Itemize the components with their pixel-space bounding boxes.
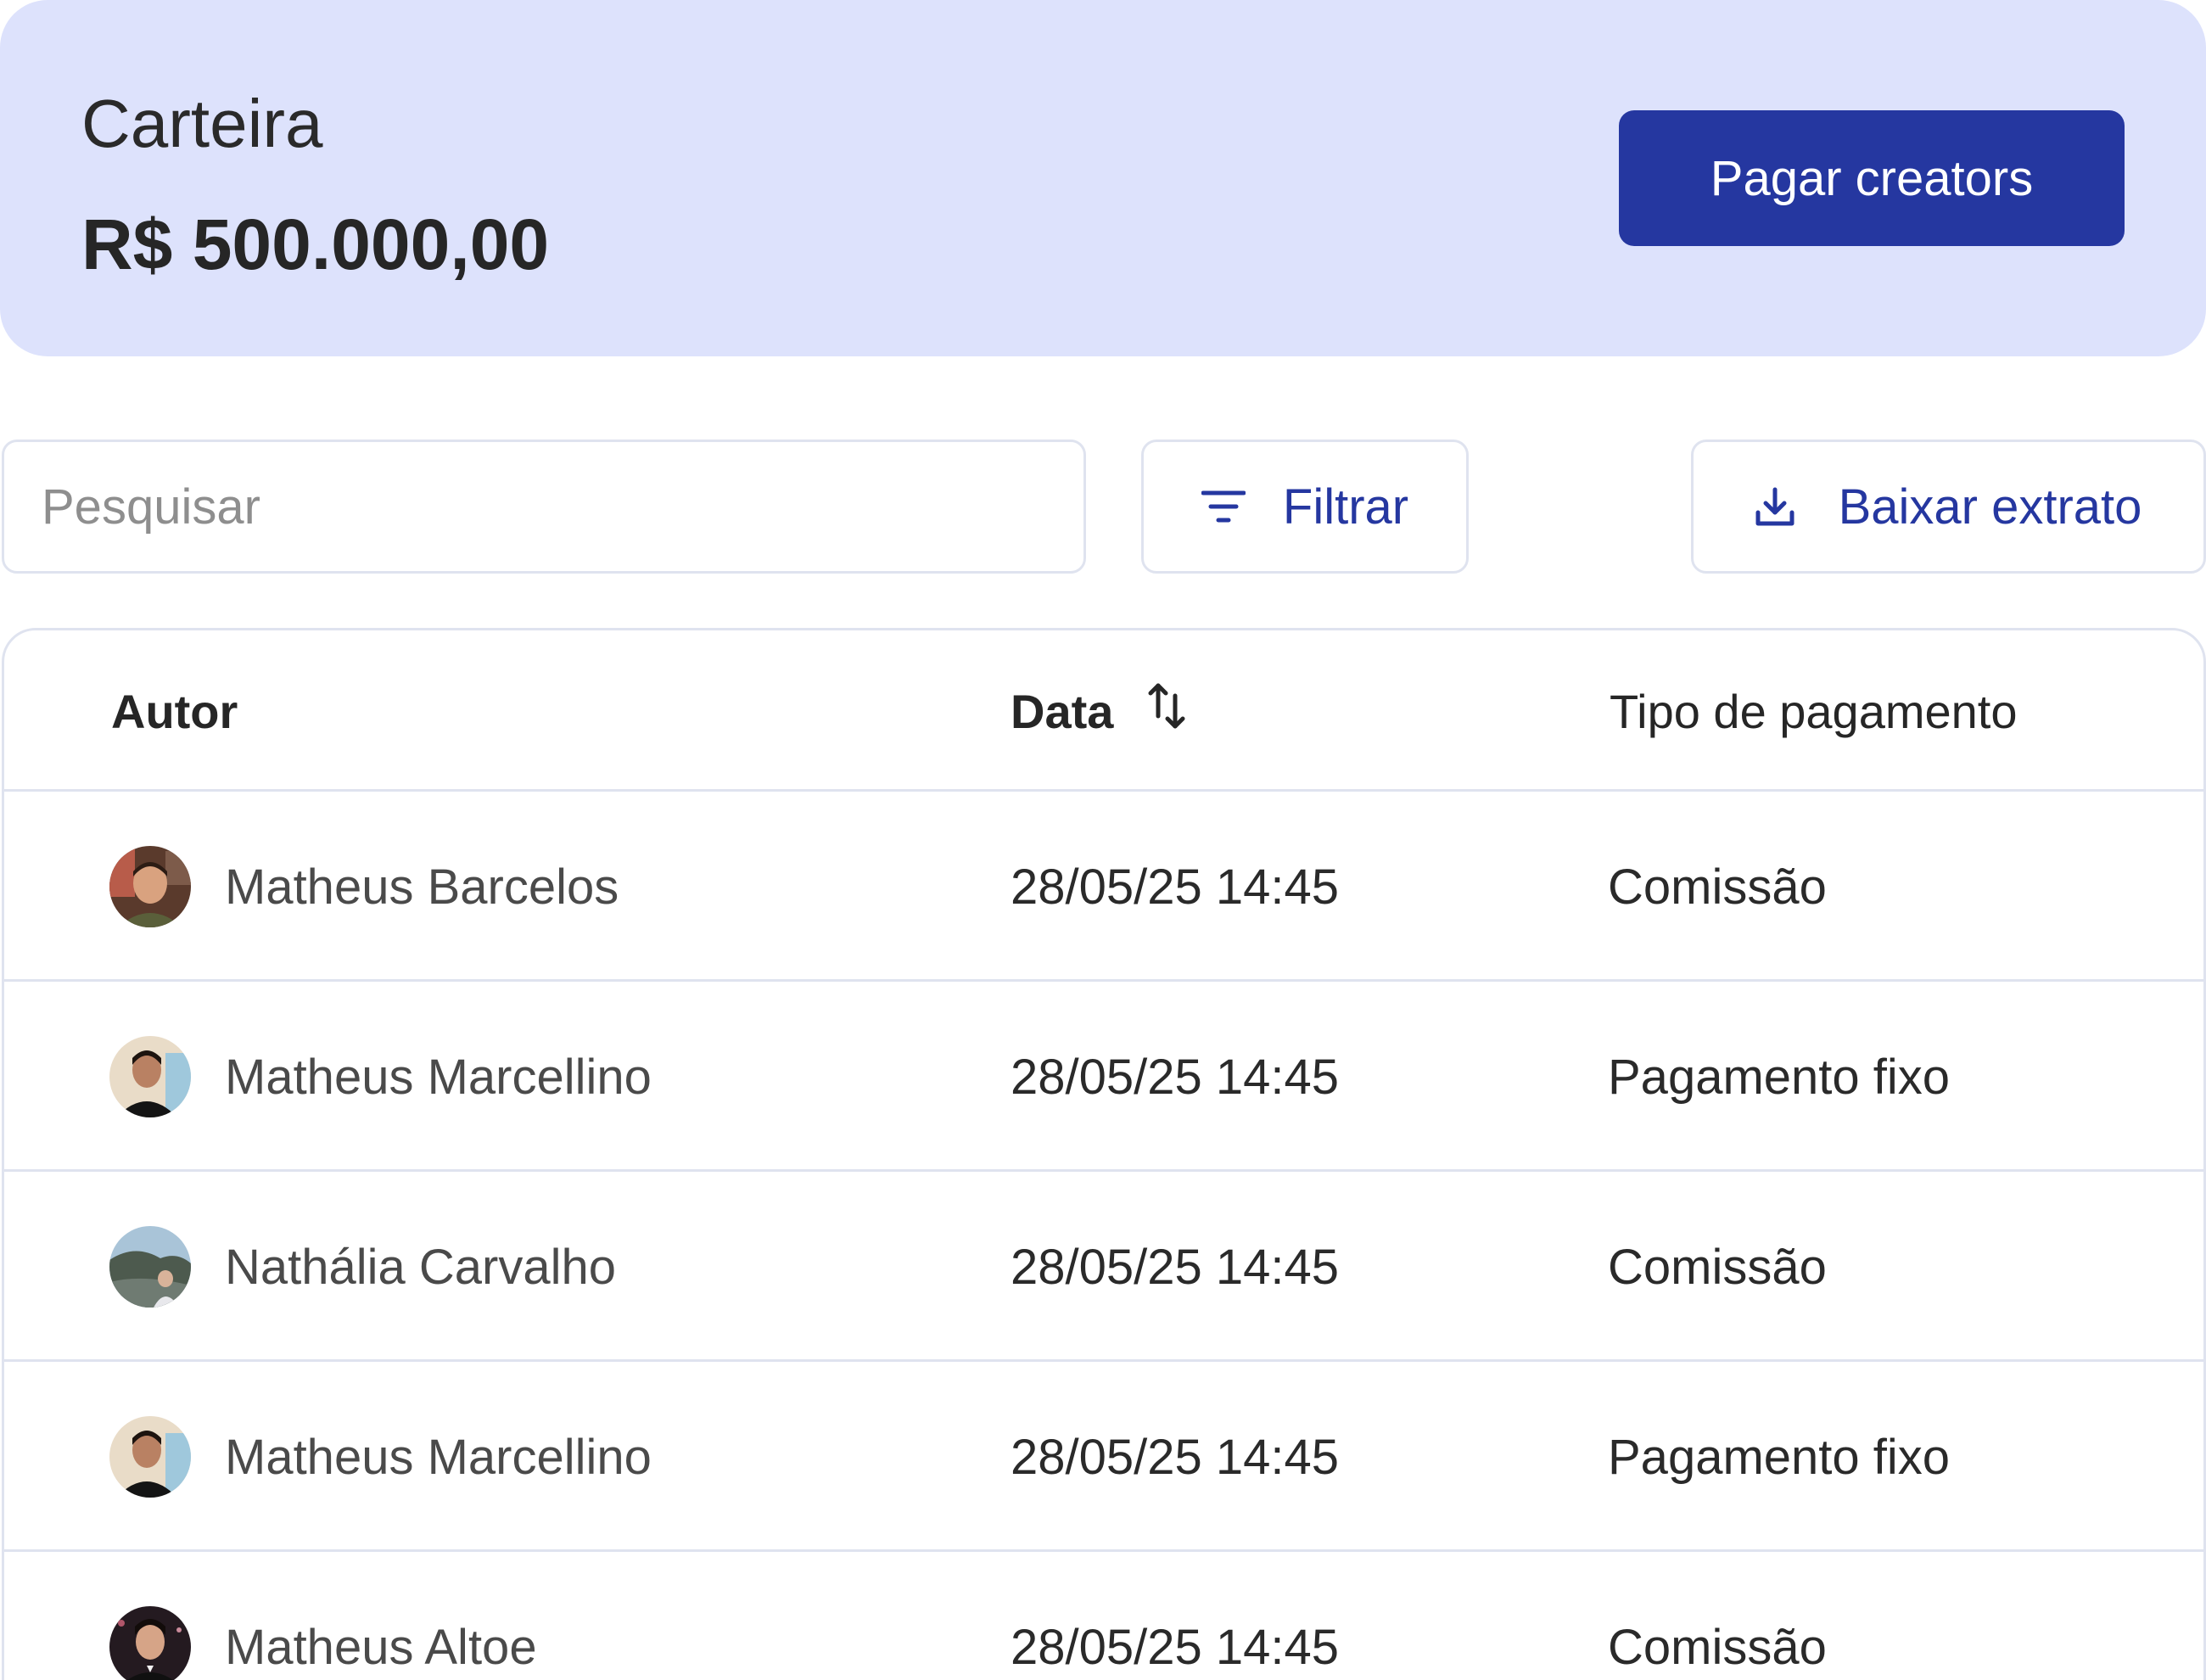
author-name: Matheus Marcellino <box>225 1049 652 1105</box>
download-icon <box>1755 487 1794 526</box>
avatar <box>109 1416 191 1498</box>
payment-type-cell: Comissão <box>1608 1239 1827 1295</box>
author-name: Matheus Marcellino <box>225 1429 652 1485</box>
download-label: Baixar extrato <box>1838 479 2142 535</box>
search-input[interactable] <box>2 440 1086 574</box>
avatar <box>109 1606 191 1680</box>
filter-label: Filtrar <box>1282 479 1409 535</box>
table-row[interactable]: Nathália Carvalho 28/05/25 14:45 Comissã… <box>4 1172 2203 1362</box>
author-name: Nathália Carvalho <box>225 1239 617 1295</box>
author-cell: Nathália Carvalho <box>109 1172 616 1362</box>
table-header: Autor Data Tipo de pagamento <box>4 630 2203 792</box>
author-cell: Matheus Marcellino <box>109 982 652 1172</box>
column-header-payment-type: Tipo de pagamento <box>1610 684 2018 738</box>
wallet-title: Carteira <box>81 86 323 161</box>
payments-table: Autor Data Tipo de pagamento Matheus Bar… <box>2 628 2206 1680</box>
payment-type-cell: Comissão <box>1608 859 1827 915</box>
column-header-date[interactable]: Data <box>1011 630 1186 792</box>
date-cell: 28/05/25 14:45 <box>1011 1049 1340 1105</box>
author-cell: Matheus Altoe <box>109 1552 537 1680</box>
sort-arrows-icon[interactable] <box>1147 682 1186 741</box>
pay-creators-label: Pagar creators <box>1710 150 2034 206</box>
author-name: Matheus Barcelos <box>225 859 619 915</box>
date-cell: 28/05/25 14:45 <box>1011 1619 1340 1675</box>
payment-type-cell: Comissão <box>1608 1619 1827 1675</box>
author-cell: Matheus Marcellino <box>109 1362 652 1552</box>
wallet-balance: R$ 500.000,00 <box>81 204 550 284</box>
filter-button[interactable]: Filtrar <box>1141 440 1469 574</box>
avatar <box>109 1226 191 1308</box>
pay-creators-button[interactable]: Pagar creators <box>1619 110 2125 246</box>
table-row[interactable]: Matheus Marcellino 28/05/25 14:45 Pagame… <box>4 1362 2203 1552</box>
filter-icon <box>1201 490 1246 524</box>
author-cell: Matheus Barcelos <box>109 792 619 982</box>
column-header-author: Autor <box>111 684 238 738</box>
date-cell: 28/05/25 14:45 <box>1011 1239 1340 1295</box>
avatar <box>109 1036 191 1117</box>
table-row[interactable]: Matheus Barcelos 28/05/25 14:45 Comissão <box>4 792 2203 982</box>
avatar <box>109 846 191 927</box>
table-row[interactable]: Matheus Marcellino 28/05/25 14:45 Pagame… <box>4 982 2203 1172</box>
download-statement-button[interactable]: Baixar extrato <box>1691 440 2206 574</box>
wallet-card: Carteira R$ 500.000,00 Pagar creators <box>0 0 2206 356</box>
wallet-page: Carteira R$ 500.000,00 Pagar creators Fi… <box>0 0 2206 1680</box>
date-cell: 28/05/25 14:45 <box>1011 1429 1340 1485</box>
date-cell: 28/05/25 14:45 <box>1011 859 1340 915</box>
payment-type-cell: Pagamento fixo <box>1608 1429 1951 1485</box>
column-header-date-label: Data <box>1011 684 1114 738</box>
author-name: Matheus Altoe <box>225 1619 537 1675</box>
table-row[interactable]: Matheus Altoe 28/05/25 14:45 Comissão <box>4 1552 2203 1680</box>
payment-type-cell: Pagamento fixo <box>1608 1049 1951 1105</box>
